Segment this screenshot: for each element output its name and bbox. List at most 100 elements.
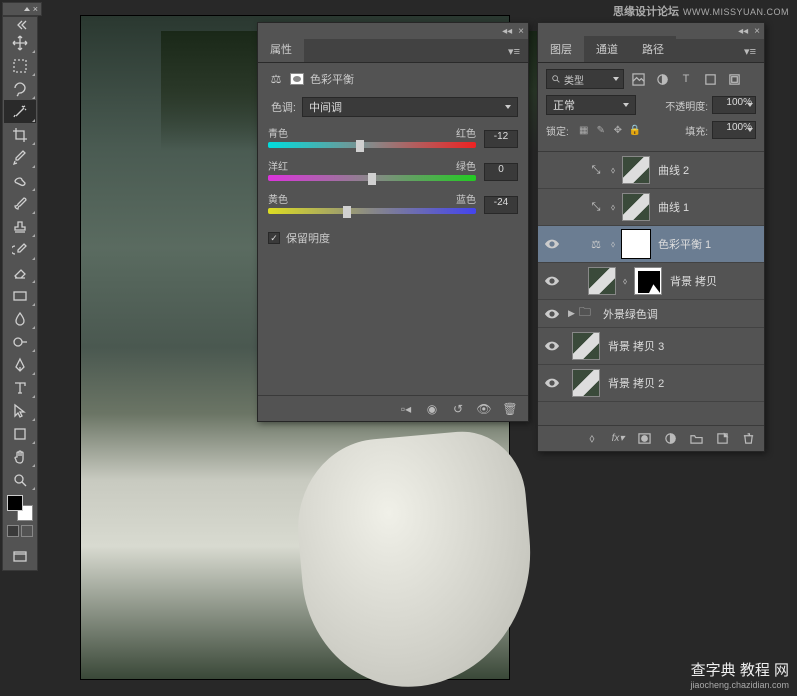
layer-row[interactable]: 背景 拷贝 2 bbox=[538, 365, 764, 402]
fill-input[interactable]: 100% bbox=[712, 121, 756, 139]
previous-icon[interactable]: ◉ bbox=[420, 399, 444, 419]
move-tool[interactable] bbox=[4, 31, 36, 54]
layer-name[interactable]: 背景 拷贝 2 bbox=[608, 375, 664, 391]
stamp-tool[interactable] bbox=[4, 215, 36, 238]
mask-thumbnail[interactable] bbox=[622, 193, 650, 221]
visibility-toggle[interactable] bbox=[538, 276, 566, 286]
layer-name[interactable]: 背景 拷贝 bbox=[670, 273, 717, 289]
history-brush-tool[interactable] bbox=[4, 238, 36, 261]
filter-pixel-icon[interactable] bbox=[628, 70, 648, 88]
color-swatch[interactable] bbox=[7, 495, 33, 521]
brush-tool[interactable] bbox=[4, 192, 36, 215]
mask-thumbnail[interactable] bbox=[622, 156, 650, 184]
tab-properties[interactable]: 属性 bbox=[258, 36, 304, 62]
blur-tool[interactable] bbox=[4, 307, 36, 330]
trash-icon[interactable] bbox=[736, 429, 760, 449]
panel-menu-icon[interactable]: ▾≡ bbox=[736, 41, 764, 62]
layer-thumbnail[interactable] bbox=[572, 369, 600, 397]
pen-tool[interactable] bbox=[4, 353, 36, 376]
close-icon[interactable]: × bbox=[754, 26, 760, 37]
layer-row[interactable]: ⚖ ⬨ 色彩平衡 1 bbox=[538, 226, 764, 263]
new-layer-icon[interactable] bbox=[710, 429, 734, 449]
visibility-toggle[interactable] bbox=[538, 378, 566, 388]
slider-handle[interactable] bbox=[343, 206, 351, 218]
filter-type-icon[interactable]: T bbox=[676, 70, 696, 88]
dodge-tool[interactable] bbox=[4, 330, 36, 353]
tab-layers[interactable]: 图层 bbox=[538, 36, 584, 62]
color-slider[interactable] bbox=[268, 142, 476, 148]
type-tool[interactable] bbox=[4, 376, 36, 399]
layer-name[interactable]: 背景 拷贝 3 bbox=[608, 338, 664, 354]
hand-tool[interactable] bbox=[4, 445, 36, 468]
opacity-input[interactable]: 100% bbox=[712, 96, 756, 114]
visibility-icon[interactable]: 👁 bbox=[472, 399, 496, 419]
mask-thumbnail[interactable] bbox=[634, 267, 662, 295]
eraser-tool[interactable] bbox=[4, 261, 36, 284]
close-icon[interactable]: × bbox=[33, 5, 38, 14]
mask-thumbnail[interactable] bbox=[622, 230, 650, 258]
toolbox-tab[interactable]: × bbox=[2, 2, 42, 16]
layer-row[interactable]: ⤡ ⬨ 曲线 2 bbox=[538, 152, 764, 189]
clip-icon[interactable]: ▫◂ bbox=[394, 399, 418, 419]
panel-menu-icon[interactable]: ▾≡ bbox=[500, 41, 528, 62]
marquee-tool[interactable] bbox=[4, 54, 36, 77]
layer-row[interactable]: ⬨ 背景 拷贝 bbox=[538, 263, 764, 300]
tone-dropdown[interactable]: 中间调 bbox=[302, 97, 518, 117]
quick-mask-toggle[interactable] bbox=[4, 525, 36, 543]
preserve-luminosity-checkbox[interactable]: ✓ bbox=[268, 232, 280, 244]
layer-thumbnail[interactable] bbox=[572, 332, 600, 360]
fx-icon[interactable]: fx▾ bbox=[606, 429, 630, 449]
lock-transparency-icon[interactable]: ▦ bbox=[577, 123, 591, 137]
crop-tool[interactable] bbox=[4, 123, 36, 146]
slider-value-input[interactable]: -12 bbox=[484, 130, 518, 148]
visibility-toggle[interactable] bbox=[538, 341, 566, 351]
heal-tool[interactable] bbox=[4, 169, 36, 192]
layer-name[interactable]: 色彩平衡 1 bbox=[658, 236, 711, 252]
collapse-handle[interactable] bbox=[4, 19, 36, 31]
lock-position-icon[interactable]: ✥ bbox=[611, 123, 625, 137]
mask-icon[interactable] bbox=[632, 429, 656, 449]
visibility-toggle[interactable] bbox=[538, 239, 566, 249]
collapse-icon[interactable]: ◂◂ bbox=[738, 26, 748, 37]
shape-tool[interactable] bbox=[4, 422, 36, 445]
blend-mode-dropdown[interactable]: 正常 bbox=[546, 95, 636, 115]
layer-name[interactable]: 外景绿色调 bbox=[603, 306, 658, 322]
lock-all-icon[interactable]: 🔒 bbox=[628, 123, 642, 137]
lasso-tool[interactable] bbox=[4, 77, 36, 100]
slider-handle[interactable] bbox=[368, 173, 376, 185]
adjustment-icon[interactable] bbox=[658, 429, 682, 449]
filter-smart-icon[interactable] bbox=[724, 70, 744, 88]
slider-value-input[interactable]: 0 bbox=[484, 163, 518, 181]
gradient-tool[interactable] bbox=[4, 284, 36, 307]
properties-panel: ◂◂ × 属性 ▾≡ ⚖ 色彩平衡 色调: 中间调 青色红色 -12 洋红绿色 … bbox=[257, 22, 529, 422]
layer-row[interactable]: ▶ 🗀 外景绿色调 bbox=[538, 300, 764, 328]
collapse-icon[interactable]: ◂◂ bbox=[502, 26, 512, 37]
link-layers-icon[interactable]: ⬨ bbox=[580, 429, 604, 449]
screen-mode[interactable] bbox=[4, 545, 36, 568]
group-icon[interactable] bbox=[684, 429, 708, 449]
filter-adjust-icon[interactable] bbox=[652, 70, 672, 88]
layer-name[interactable]: 曲线 2 bbox=[658, 162, 689, 178]
wand-tool[interactable] bbox=[4, 100, 36, 123]
filter-shape-icon[interactable] bbox=[700, 70, 720, 88]
path-select-tool[interactable] bbox=[4, 399, 36, 422]
layer-row[interactable]: ⤡ ⬨ 曲线 1 bbox=[538, 189, 764, 226]
close-icon[interactable]: × bbox=[518, 26, 524, 37]
reset-icon[interactable]: ↺ bbox=[446, 399, 470, 419]
color-slider[interactable] bbox=[268, 175, 476, 181]
layer-thumbnail[interactable] bbox=[588, 267, 616, 295]
eyedropper-tool[interactable] bbox=[4, 146, 36, 169]
color-slider[interactable] bbox=[268, 208, 476, 214]
layer-name[interactable]: 曲线 1 bbox=[658, 199, 689, 215]
layer-row[interactable]: 背景 拷贝 3 bbox=[538, 328, 764, 365]
lock-pixels-icon[interactable]: ✎ bbox=[594, 123, 608, 137]
slider-handle[interactable] bbox=[356, 140, 364, 152]
zoom-tool[interactable] bbox=[4, 468, 36, 491]
filter-type-dropdown[interactable]: 类型 bbox=[546, 69, 624, 89]
slider-value-input[interactable]: -24 bbox=[484, 196, 518, 214]
visibility-toggle[interactable] bbox=[538, 309, 566, 319]
tab-channels[interactable]: 通道 bbox=[584, 36, 630, 62]
expand-icon[interactable]: ▶ bbox=[568, 308, 575, 319]
trash-icon[interactable]: 🗑 bbox=[498, 399, 522, 419]
tab-paths[interactable]: 路径 bbox=[630, 36, 676, 62]
